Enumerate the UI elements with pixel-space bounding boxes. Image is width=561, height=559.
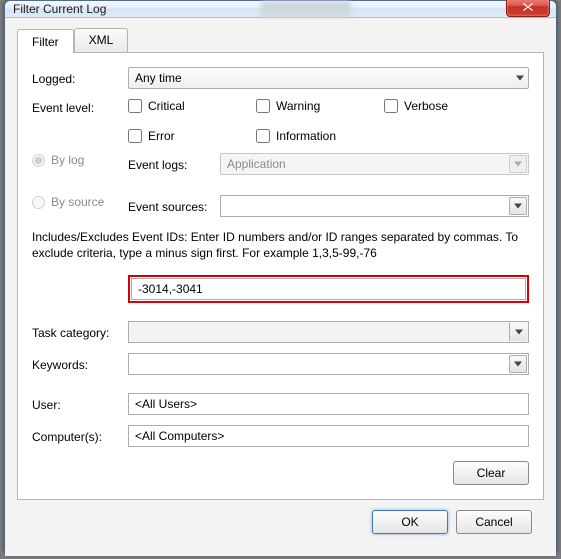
- event-level-group: Critical Warning Verbose: [128, 99, 529, 143]
- tabstrip: Filter XML: [17, 28, 544, 52]
- event-logs-dropdown: Application: [220, 153, 529, 175]
- label-keywords: Keywords:: [32, 356, 128, 372]
- chk-critical[interactable]: Critical: [128, 99, 238, 113]
- event-ids-input[interactable]: [131, 278, 526, 300]
- chk-information-box[interactable]: [256, 129, 270, 143]
- logged-value: Any time: [135, 71, 182, 85]
- close-button[interactable]: [506, 0, 550, 17]
- chevron-down-icon: [509, 155, 527, 173]
- chevron-down-icon: [509, 355, 527, 373]
- chk-error-box[interactable]: [128, 129, 142, 143]
- tabpanel-filter: Logged: Any time Event level: Critical: [17, 52, 544, 500]
- tab-filter[interactable]: Filter: [17, 29, 74, 53]
- chk-critical-box[interactable]: [128, 99, 142, 113]
- event-sources-dropdown[interactable]: [220, 195, 529, 217]
- label-logged: Logged:: [32, 70, 128, 86]
- radio-by-log: By log: [32, 153, 84, 167]
- label-task-category: Task category:: [32, 324, 128, 340]
- clear-button[interactable]: Clear: [453, 461, 529, 485]
- event-ids-instructions: Includes/Excludes Event IDs: Enter ID nu…: [32, 229, 529, 261]
- label-event-logs: Event logs:: [128, 156, 220, 172]
- radio-by-source: By source: [32, 195, 104, 209]
- titlebar[interactable]: Filter Current Log: [5, 1, 556, 18]
- radio-by-log-input: [32, 154, 45, 167]
- chk-information[interactable]: Information: [256, 129, 336, 143]
- task-category-dropdown[interactable]: [128, 321, 529, 343]
- chevron-down-icon: [509, 197, 527, 215]
- label-event-level: Event level:: [32, 99, 128, 115]
- event-ids-highlight: [128, 275, 529, 303]
- window-title: Filter Current Log: [13, 2, 106, 16]
- keywords-dropdown[interactable]: [128, 353, 529, 375]
- chk-verbose[interactable]: Verbose: [384, 99, 494, 113]
- label-event-sources: Event sources:: [128, 198, 220, 214]
- radio-by-source-input: [32, 196, 45, 209]
- dialog-client: Filter XML Logged: Any time Event level:: [5, 18, 556, 556]
- chevron-down-icon: [509, 323, 527, 341]
- label-user: User:: [32, 396, 128, 412]
- cancel-button[interactable]: Cancel: [456, 510, 532, 534]
- ok-button[interactable]: OK: [372, 510, 448, 534]
- logged-dropdown[interactable]: Any time: [128, 67, 529, 89]
- titlebar-obscured: [261, 1, 351, 17]
- label-computers: Computer(s):: [32, 428, 128, 444]
- chk-warning[interactable]: Warning: [256, 99, 366, 113]
- dialog-footer: OK Cancel: [17, 500, 544, 544]
- chk-error[interactable]: Error: [128, 129, 238, 143]
- dialog-window: Filter Current Log Filter XML Logged: An…: [4, 0, 557, 555]
- computers-input[interactable]: [128, 425, 529, 447]
- user-input[interactable]: [128, 393, 529, 415]
- event-logs-value: Application: [227, 157, 286, 171]
- chk-verbose-box[interactable]: [384, 99, 398, 113]
- chevron-down-icon: [516, 76, 524, 81]
- close-icon: [522, 2, 534, 12]
- tab-xml[interactable]: XML: [74, 28, 129, 52]
- chk-warning-box[interactable]: [256, 99, 270, 113]
